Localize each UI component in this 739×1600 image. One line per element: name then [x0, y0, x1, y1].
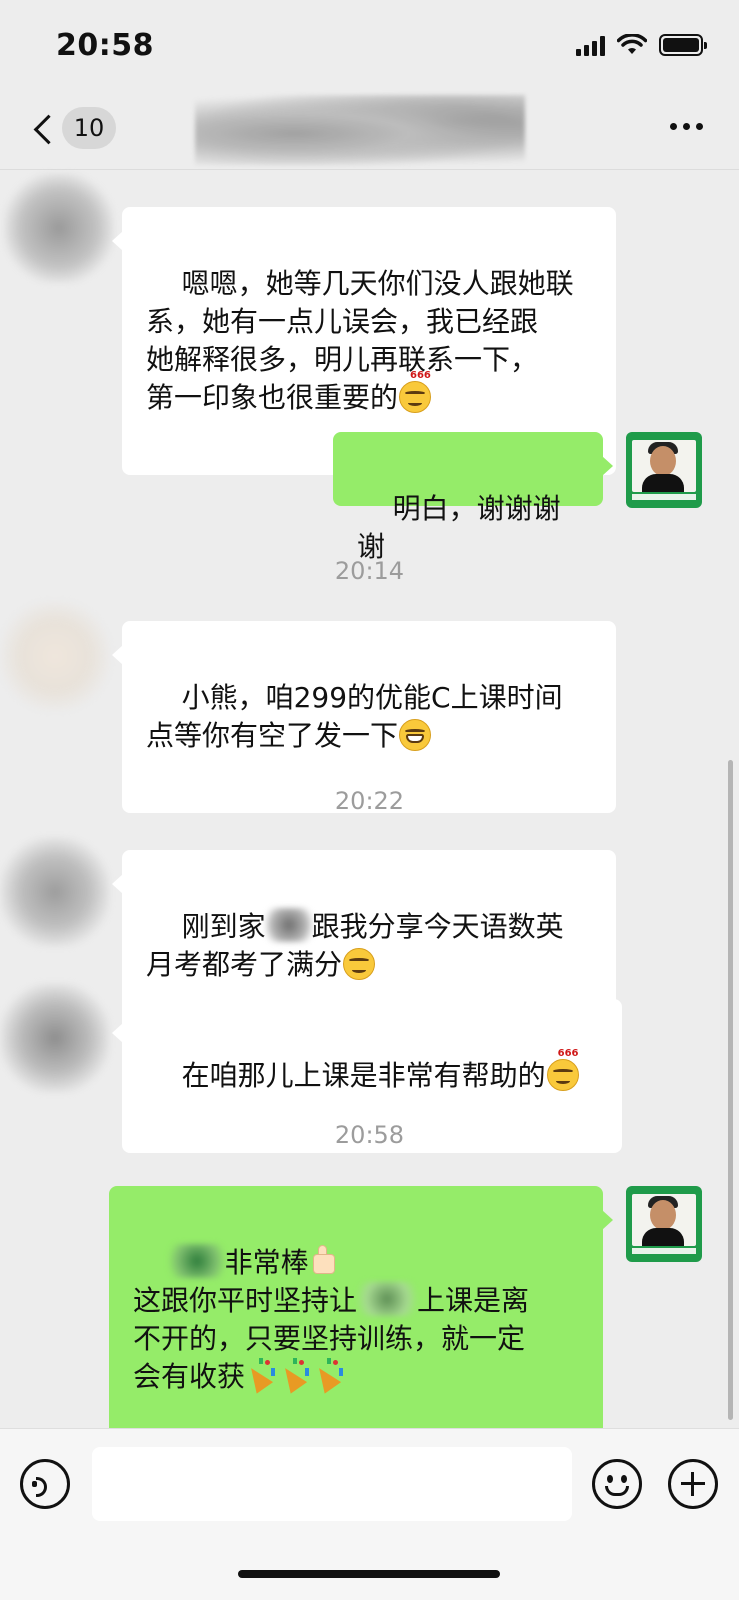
redacted-name: [357, 1282, 418, 1316]
contact-avatar-redacted[interactable]: [0, 837, 110, 947]
back-chevron-icon[interactable]: [30, 107, 60, 149]
message-list[interactable]: 嗯嗯，她等几天你们没人跟她联 系，她有一点儿误会，我已经跟 她解释很多，明儿再联…: [0, 171, 739, 1454]
home-indicator[interactable]: [238, 1570, 500, 1578]
party-popper-emoji-icon: [310, 1358, 347, 1394]
message-bubble-incoming[interactable]: 小熊，咱299的优能C上课时间 点等你有空了发一下: [112, 621, 616, 813]
smirk-666-emoji-icon: 666: [546, 1049, 580, 1091]
message-text: 非常棒: [224, 1246, 309, 1279]
message-text: 这跟你平时坚持让: [133, 1284, 358, 1317]
more-options-icon[interactable]: [670, 123, 703, 130]
redacted-name: [168, 1244, 225, 1278]
battery-icon: [659, 34, 707, 56]
scrollbar[interactable]: [728, 760, 733, 1420]
chat-title-redacted: [195, 95, 525, 165]
thumbs-up-emoji-icon: [309, 1244, 339, 1278]
message-input[interactable]: [92, 1447, 572, 1521]
message-text: 嗯嗯，她等几天你们没人跟她联 系，她有一点儿误会，我已经跟 她解释很多，明儿再联…: [146, 267, 574, 414]
party-popper-emoji-icon: [242, 1358, 279, 1394]
status-time: 20:58: [56, 28, 154, 63]
smirk-666-emoji-icon: 666: [398, 371, 432, 413]
message-bubble-outgoing[interactable]: 明白，谢谢谢谢: [333, 432, 613, 563]
grin-emoji-icon: [398, 717, 432, 751]
chat-header: 10: [0, 95, 739, 170]
message-text: 在咱那儿上课是非常有帮助的: [181, 1059, 546, 1092]
status-bar: 20:58: [0, 0, 739, 95]
wifi-icon: [617, 34, 647, 54]
timestamp: 20:14: [334, 557, 405, 585]
user-avatar[interactable]: [626, 432, 702, 508]
message-text: 刚到家: [181, 910, 266, 943]
message-text: 小熊，咱299的优能C上课时间 点等你有空了发一下: [146, 681, 563, 752]
contact-avatar-redacted[interactable]: [0, 983, 110, 1093]
message-text: 明白，谢谢谢谢: [357, 492, 561, 563]
status-icons: [576, 34, 707, 56]
contact-avatar-redacted[interactable]: [4, 173, 114, 283]
voice-input-icon[interactable]: [20, 1459, 70, 1509]
timestamp: 20:58: [334, 1121, 405, 1149]
contact-avatar-redacted[interactable]: [0, 601, 110, 711]
redacted-name: [265, 908, 312, 942]
unread-count-badge[interactable]: 10: [62, 107, 116, 149]
party-popper-emoji-icon: [276, 1358, 313, 1394]
more-actions-plus-icon[interactable]: [668, 1459, 718, 1509]
cellular-signal-icon: [576, 34, 605, 56]
user-avatar[interactable]: [626, 1186, 702, 1262]
message-bubble-outgoing[interactable]: 非常棒 这跟你平时坚持让 上课是离 不开的，只要坚持训练，就一定 会有收获: [109, 1186, 613, 1454]
timestamp: 20:22: [334, 787, 405, 815]
emoji-picker-icon[interactable]: [592, 1459, 642, 1509]
smirk-emoji-icon: [342, 946, 376, 980]
